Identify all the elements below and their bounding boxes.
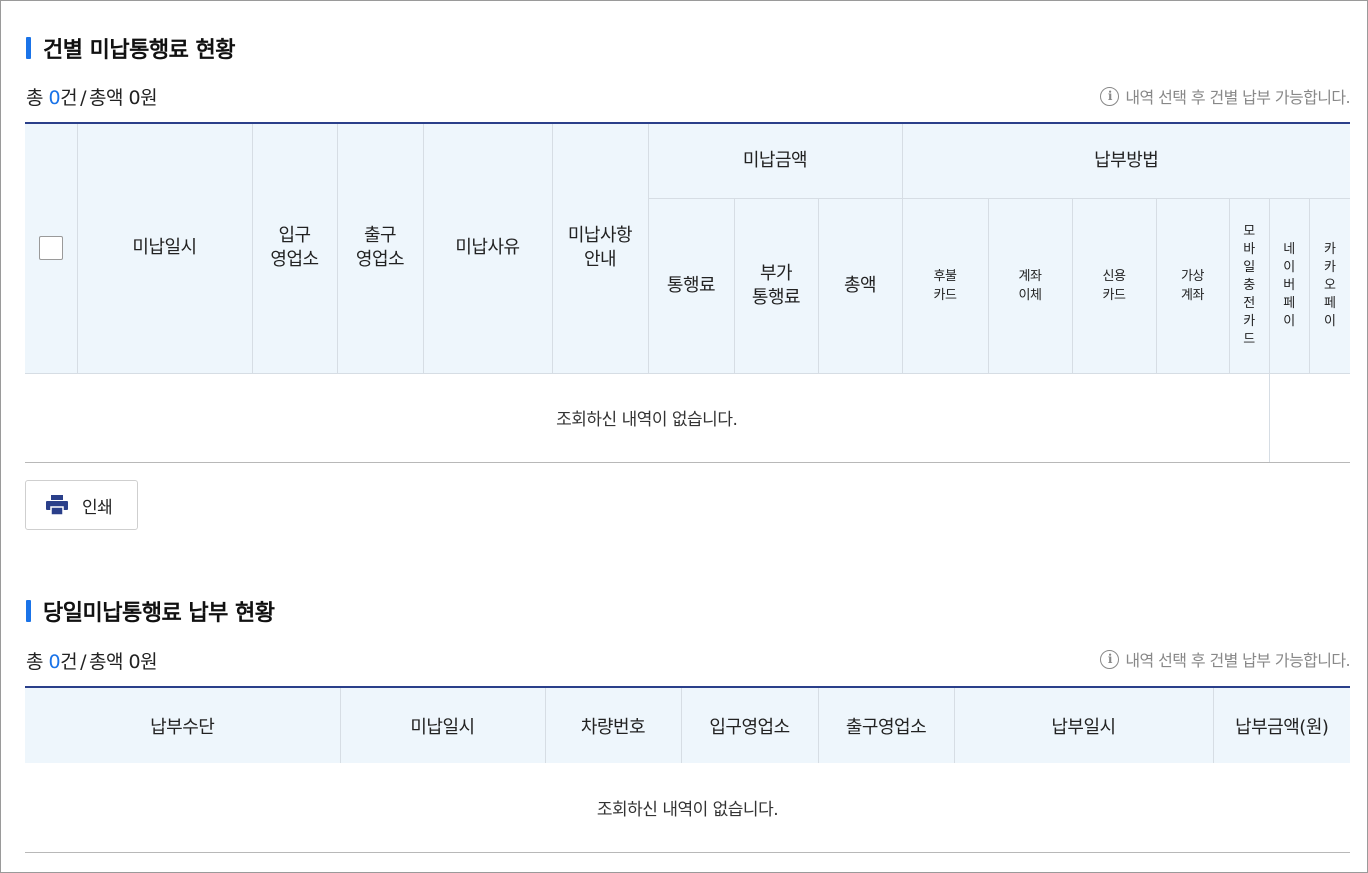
col-kakao-char: 카 bbox=[1324, 259, 1336, 275]
col-mobile-char: 충 bbox=[1243, 277, 1255, 293]
col-naver-char: 페 bbox=[1283, 295, 1295, 311]
col-mobile-char: 바 bbox=[1243, 241, 1255, 257]
col-account-transfer-line2: 이체 bbox=[1018, 287, 1042, 303]
select-all-checkbox[interactable] bbox=[38, 236, 63, 261]
col-unpaid-datetime: 미납일시 bbox=[76, 123, 252, 374]
summary-per-item: 총 0건 / 총액 0원 bbox=[26, 83, 158, 110]
col-virtual-account-line2: 계좌 bbox=[1181, 287, 1204, 303]
col-unpaid-datetime: 미납일시 bbox=[339, 687, 545, 763]
col-credit-card: 신용 카드 bbox=[1071, 198, 1156, 374]
section-title-text: 당일미납통행료 납부 현황 bbox=[43, 601, 275, 626]
col-mobile-charge-card: 모 바 일 충 전 카 드 bbox=[1228, 198, 1269, 374]
summary-count: 0 bbox=[48, 87, 61, 109]
summary-count-unit: 건 bbox=[60, 87, 78, 109]
col-credit-card-line2: 카드 bbox=[1102, 287, 1126, 303]
col-extra-toll-line2: 통행료 bbox=[751, 286, 801, 308]
col-unpaid-guide-line2: 안내 bbox=[583, 249, 617, 271]
col-mobile-char: 모 bbox=[1243, 223, 1255, 239]
col-unpaid-guide: 미납사항 안내 bbox=[551, 123, 648, 374]
summary-same-day: 총 0건 / 총액 0원 bbox=[26, 647, 158, 674]
col-kakao-char: 오 bbox=[1324, 277, 1336, 293]
col-mobile-char: 드 bbox=[1243, 331, 1255, 347]
col-total: 총액 bbox=[817, 198, 902, 374]
printer-icon bbox=[46, 495, 68, 515]
section-title-same-day: 당일미납통행료 납부 현황 bbox=[26, 595, 275, 627]
col-postpaid-card-line1: 후불 bbox=[933, 268, 957, 284]
col-toll: 통행료 bbox=[647, 198, 734, 374]
col-extra-toll: 부가 통행료 bbox=[733, 198, 818, 374]
summary-separator: / bbox=[80, 87, 87, 109]
info-icon: i bbox=[1100, 649, 1120, 669]
col-naver-char: 버 bbox=[1283, 277, 1295, 293]
col-kakao-char: 페 bbox=[1324, 295, 1336, 311]
col-entry-office-line1: 입구 bbox=[278, 225, 311, 247]
title-accent-bar bbox=[26, 600, 31, 622]
info-icon: i bbox=[1100, 86, 1120, 106]
col-exit-office-line1: 출구 bbox=[363, 225, 397, 247]
print-button[interactable]: 인쇄 bbox=[25, 480, 138, 530]
unpaid-toll-table: 미납일시 입구 영업소 출구 영업소 미납사유 미납사항 안내 미납금액 납부방… bbox=[25, 122, 1350, 463]
col-kakao-char: 카 bbox=[1324, 241, 1336, 257]
empty-row-tail bbox=[1268, 373, 1350, 463]
col-credit-card-line1: 신용 bbox=[1102, 268, 1126, 284]
section-title-per-item: 건별 미납통행료 현황 bbox=[26, 32, 235, 64]
empty-message: 조회하신 내역이 없습니다. bbox=[25, 763, 1350, 853]
col-account-transfer-line1: 계좌 bbox=[1018, 268, 1042, 284]
col-account-transfer: 계좌 이체 bbox=[987, 198, 1072, 374]
col-virtual-account: 가상 계좌 bbox=[1155, 198, 1229, 374]
summary-count: 0 bbox=[48, 651, 61, 673]
notice-per-item: i 내역 선택 후 건별 납부 가능합니다. bbox=[1100, 84, 1351, 108]
summary-total-prefix: 총 bbox=[26, 651, 49, 673]
col-unpaid-reason: 미납사유 bbox=[422, 123, 552, 374]
col-entry-office: 입구 영업소 bbox=[251, 123, 337, 374]
summary-separator: / bbox=[80, 651, 87, 673]
col-entry-office: 입구영업소 bbox=[680, 687, 818, 763]
summary-count-unit: 건 bbox=[60, 651, 78, 673]
summary-amount: 총액 0원 bbox=[89, 651, 158, 673]
col-mobile-char: 일 bbox=[1243, 259, 1255, 275]
col-postpaid-card: 후불 카드 bbox=[901, 198, 988, 374]
col-exit-office-line2: 영업소 bbox=[355, 249, 405, 271]
col-unpaid-guide-line1: 미납사항 bbox=[567, 225, 633, 247]
col-mobile-char: 카 bbox=[1243, 313, 1255, 329]
col-extra-toll-line1: 부가 bbox=[759, 262, 793, 284]
empty-message: 조회하신 내역이 없습니다. bbox=[25, 373, 1269, 463]
col-payment-datetime: 납부일시 bbox=[953, 687, 1213, 763]
col-virtual-account-line1: 가상 bbox=[1181, 268, 1204, 284]
col-kakao-pay: 카 카 오 페 이 bbox=[1308, 198, 1350, 374]
print-button-label: 인쇄 bbox=[82, 497, 113, 517]
same-day-payment-table: 납부수단 미납일시 차량번호 입구영업소 출구영업소 납부일시 납부금액(원) … bbox=[25, 686, 1350, 853]
col-payment-amount: 납부금액(원) bbox=[1212, 687, 1350, 763]
notice-same-day: i 내역 선택 후 건별 납부 가능합니다. bbox=[1100, 647, 1351, 671]
notice-text: 내역 선택 후 건별 납부 가능합니다. bbox=[1125, 88, 1350, 107]
select-all-cell bbox=[25, 123, 77, 374]
section-title-text: 건별 미납통행료 현황 bbox=[43, 38, 235, 63]
col-vehicle-number: 차량번호 bbox=[544, 687, 681, 763]
col-group-payment-method: 납부방법 bbox=[901, 123, 1350, 199]
col-exit-office: 출구영업소 bbox=[817, 687, 954, 763]
col-naver-pay: 네 이 버 페 이 bbox=[1268, 198, 1309, 374]
notice-text: 내역 선택 후 건별 납부 가능합니다. bbox=[1125, 651, 1350, 670]
col-naver-char: 이 bbox=[1283, 259, 1295, 275]
col-naver-char: 네 bbox=[1283, 241, 1295, 257]
col-entry-office-line2: 영업소 bbox=[270, 249, 319, 271]
col-postpaid-card-line2: 카드 bbox=[933, 287, 957, 303]
col-payment-means: 납부수단 bbox=[25, 687, 340, 763]
summary-total-prefix: 총 bbox=[26, 87, 49, 109]
col-mobile-char: 전 bbox=[1243, 295, 1255, 311]
summary-amount: 총액 0원 bbox=[89, 87, 158, 109]
col-exit-office: 출구 영업소 bbox=[336, 123, 423, 374]
col-naver-char: 이 bbox=[1283, 313, 1295, 329]
col-group-unpaid-amount: 미납금액 bbox=[647, 123, 902, 199]
title-accent-bar bbox=[26, 37, 31, 59]
col-kakao-char: 이 bbox=[1324, 313, 1336, 329]
